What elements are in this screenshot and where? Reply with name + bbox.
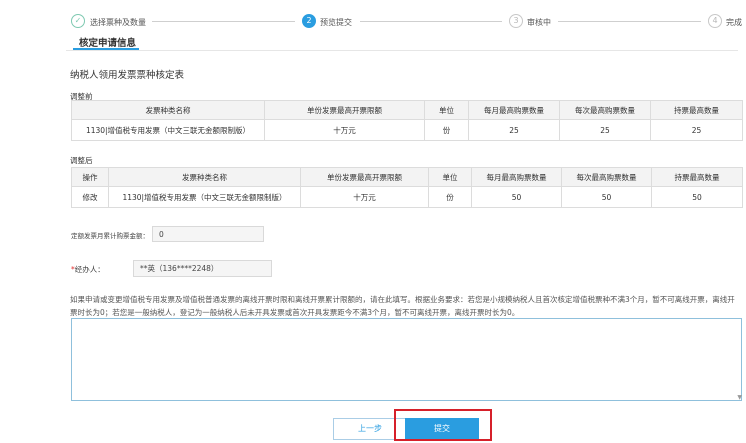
scroll-down-icon[interactable]: ▼ [737, 394, 742, 401]
step-4-indicator: 4 [708, 14, 722, 28]
after-cell-name: 1130|增值税专用发票（中文三联无金额限制版） [108, 186, 301, 208]
before-cell-name: 1130|增值税专用发票（中文三联无金额限制版） [71, 119, 265, 141]
after-cell-hold: 50 [651, 186, 743, 208]
step-4-label: 完成 [726, 18, 742, 27]
before-header-name: 发票种类名称 [71, 100, 265, 120]
handler-label: *经办人： [71, 264, 105, 275]
after-header-action: 操作 [71, 167, 109, 187]
step-1-check-icon: ✓ [71, 14, 85, 28]
step-connector-1 [152, 21, 295, 22]
after-header-name: 发票种类名称 [108, 167, 301, 187]
offline-notice: 如果申请或变更增值税专用发票及增值税普通发票的离线开票时限和离线开票累计限额的，… [70, 295, 735, 317]
before-header-each: 每次最高购票数量 [559, 100, 651, 120]
monthly-total-label: 定额发票月累计购票金额： [71, 232, 149, 240]
monthly-total-input[interactable] [152, 226, 264, 242]
before-cell-unit: 份 [424, 119, 469, 141]
before-header-unit: 单位 [424, 100, 469, 120]
step-connector-3 [558, 21, 701, 22]
form-title: 纳税人领用发票票种核定表 [70, 70, 185, 81]
before-table: 发票种类名称 单份发票最高开票限额 单位 每月最高购票数量 每次最高购票数量 持… [71, 100, 743, 141]
before-header-monthly: 每月最高购票数量 [468, 100, 560, 120]
before-cell-monthly: 25 [468, 119, 560, 141]
step-2-label: 预览提交 [320, 18, 352, 27]
table-row: 修改 1130|增值税专用发票（中文三联无金额限制版） 十万元 份 50 50 … [71, 186, 743, 208]
before-cell-each: 25 [559, 119, 651, 141]
after-header-monthly: 每月最高购票数量 [471, 167, 562, 187]
after-header-unit: 单位 [428, 167, 472, 187]
before-cell-limit: 十万元 [264, 119, 425, 141]
after-section-label: 调整后 [70, 156, 93, 165]
after-header-hold: 持票最高数量 [651, 167, 743, 187]
step-3-indicator: 3 [509, 14, 523, 28]
after-cell-unit: 份 [428, 186, 472, 208]
tab-divider [66, 50, 738, 51]
step-2-indicator: 2 [302, 14, 316, 28]
before-header-hold: 持票最高数量 [650, 100, 743, 120]
after-cell-action: 修改 [71, 186, 109, 208]
before-header-limit: 单份发票最高开票限额 [264, 100, 425, 120]
after-cell-each: 50 [561, 186, 652, 208]
submit-highlight-box [394, 409, 492, 441]
handler-input[interactable] [133, 260, 272, 277]
step-connector-2 [360, 21, 502, 22]
after-cell-monthly: 50 [471, 186, 562, 208]
step-3-label: 审核中 [527, 18, 551, 27]
after-cell-limit: 十万元 [300, 186, 429, 208]
handler-label-text: 经办人： [74, 265, 105, 274]
tab-approval-info[interactable]: 核定申请信息 [79, 35, 136, 49]
after-table: 操作 发票种类名称 单份发票最高开票限额 单位 每月最高购票数量 每次最高购票数… [71, 167, 743, 208]
after-header-each: 每次最高购票数量 [561, 167, 652, 187]
after-header-limit: 单份发票最高开票限额 [300, 167, 429, 187]
before-cell-hold: 25 [650, 119, 743, 141]
table-row: 1130|增值税专用发票（中文三联无金额限制版） 十万元 份 25 25 25 [71, 119, 743, 141]
notes-textarea[interactable] [71, 318, 742, 401]
step-1-label: 选择票种及数量 [90, 18, 146, 27]
